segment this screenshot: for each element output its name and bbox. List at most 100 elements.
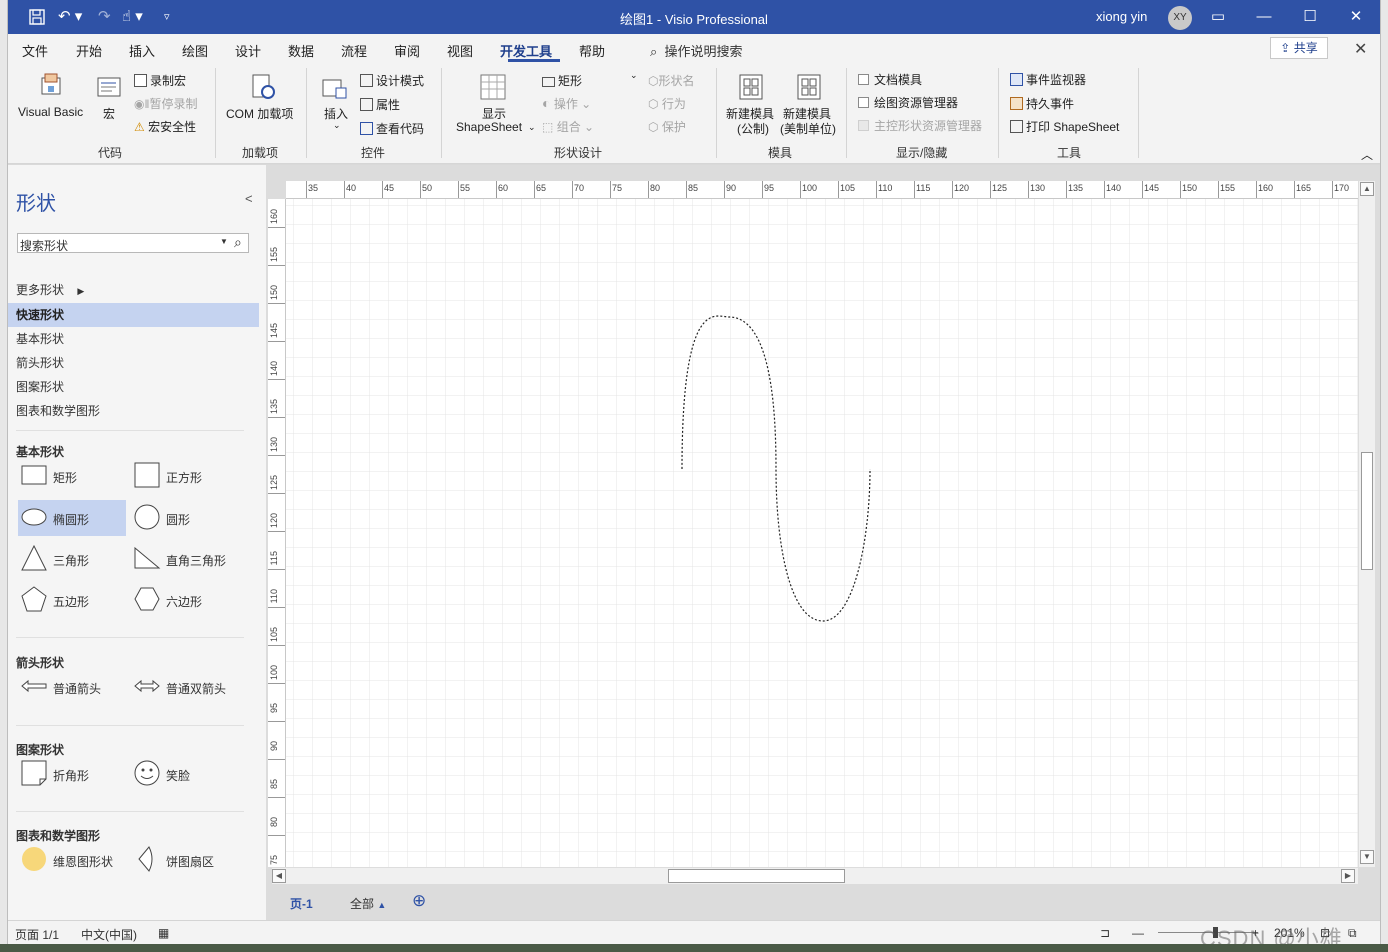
ruler-tick-label: 145: [1144, 183, 1160, 193]
macro-record-status-icon[interactable]: ▦: [158, 926, 169, 940]
category-arrow-shapes[interactable]: 箭头形状: [8, 351, 259, 375]
shape-double-arrow[interactable]: 普通双箭头: [131, 669, 239, 705]
new-stencil-us-button-line2[interactable]: (美制单位): [780, 120, 836, 137]
scroll-right-icon[interactable]: ▶: [1341, 869, 1355, 883]
persistent-events-button[interactable]: 持久事件: [1010, 95, 1074, 112]
design-mode-button[interactable]: 设计模式: [360, 72, 424, 89]
vertical-ruler[interactable]: 160 155 150 145 140 135 130 125 120 115 110 105 100 9…: [268, 199, 286, 867]
horizontal-scrollbar[interactable]: ◀ ▶: [272, 867, 1358, 884]
page-tab-1[interactable]: 页-1: [290, 895, 313, 912]
record-macro-button[interactable]: 录制宏: [134, 72, 186, 89]
close-icon[interactable]: ✕: [1344, 6, 1368, 28]
share-button[interactable]: ⇪ 共享: [1270, 37, 1328, 59]
category-pattern-shapes[interactable]: 图案形状: [8, 375, 259, 399]
print-shapesheet-button[interactable]: 打印 ShapeSheet: [1010, 118, 1119, 135]
shape-ellipse[interactable]: 椭圆形: [18, 500, 126, 536]
horizontal-scroll-thumb[interactable]: [668, 869, 845, 883]
show-shapesheet-button-line2[interactable]: ShapeSheet: [456, 120, 522, 134]
avatar[interactable]: XY: [1168, 6, 1192, 30]
shape-venn[interactable]: 维恩图形状: [18, 842, 126, 878]
shape-right-triangle[interactable]: 直角三角形: [131, 541, 239, 577]
shape-triangle[interactable]: 三角形: [18, 541, 126, 577]
shape-search-input[interactable]: 搜索形状 ▼ ⌕: [17, 233, 249, 253]
event-monitor-button[interactable]: 事件监视器: [1010, 71, 1086, 88]
shapesheet-dropdown-icon[interactable]: ⌄: [528, 122, 536, 133]
ruler-tick: [306, 181, 307, 198]
vertical-scroll-thumb[interactable]: [1361, 452, 1373, 570]
new-stencil-metric-button-line2[interactable]: (公制): [737, 120, 769, 137]
tab-view[interactable]: 视图: [447, 41, 473, 60]
search-dropdown-icon[interactable]: ▼: [220, 237, 228, 246]
scroll-left-icon[interactable]: ◀: [272, 869, 286, 883]
ruler-tick: [914, 181, 915, 198]
shape-rectangle[interactable]: 矩形: [18, 458, 126, 494]
category-basic-shapes[interactable]: 基本形状: [8, 327, 259, 351]
properties-button[interactable]: 属性: [360, 96, 400, 113]
ruler-tick: [1218, 181, 1219, 198]
scroll-up-icon[interactable]: ▲: [1360, 182, 1374, 196]
tab-design[interactable]: 设计: [235, 41, 261, 60]
shape-simple-arrow[interactable]: 普通箭头: [18, 669, 126, 705]
behavior-button: ⬡ 行为: [648, 95, 686, 112]
insert-dropdown-icon[interactable]: ⌄: [333, 120, 341, 131]
group-label-shape-design: 形状设计: [554, 146, 603, 160]
ribbon-separator: [306, 68, 307, 158]
vertical-scrollbar[interactable]: ▲ ▼: [1358, 181, 1375, 867]
macro-security-button[interactable]: ⚠ 宏安全性: [134, 118, 196, 135]
collapse-pane-icon[interactable]: <: [245, 191, 253, 206]
rectangle-button[interactable]: 矩形: [542, 72, 582, 89]
all-pages-button[interactable]: 全部 ▲: [350, 895, 386, 912]
maximize-icon[interactable]: ☐: [1298, 6, 1322, 28]
visual-basic-button[interactable]: Visual Basic: [18, 105, 83, 119]
category-chart-math-shapes[interactable]: 图表和数学图形: [8, 399, 259, 423]
ruler-tick: [268, 531, 285, 532]
warning-icon: ⚠: [134, 120, 145, 134]
visual-basic-icon: [41, 73, 61, 95]
close-document-icon[interactable]: ✕: [1354, 39, 1367, 59]
page-tabs: 页-1 全部 ▲ ⊕: [266, 887, 1380, 920]
shape-pentagon[interactable]: 五边形: [18, 582, 126, 618]
user-name[interactable]: xiong yin: [1096, 9, 1147, 24]
language-status[interactable]: 中文(中国): [81, 926, 137, 943]
ruler-tick: [1028, 181, 1029, 198]
drawing-page[interactable]: [286, 199, 1358, 867]
pane-divider: [16, 725, 244, 726]
more-shapes-item[interactable]: 更多形状 ▶: [8, 278, 259, 302]
add-page-icon[interactable]: ⊕: [412, 891, 426, 911]
drawing-explorer-checkbox[interactable]: 绘图资源管理器: [858, 94, 958, 111]
zoom-out-icon[interactable]: —: [1132, 926, 1144, 940]
ribbon-display-options-icon[interactable]: ▭: [1206, 6, 1230, 28]
rectangle-dropdown-icon[interactable]: ⌄: [630, 70, 638, 81]
ruler-tick-label: 145: [269, 323, 279, 339]
tab-home[interactable]: 开始: [76, 41, 102, 60]
shape-label: 折角形: [53, 769, 90, 783]
shape-folded-corner[interactable]: 折角形: [18, 756, 126, 792]
drawing-canvas[interactable]: [286, 199, 1358, 867]
tab-insert[interactable]: 插入: [129, 41, 155, 60]
search-icon[interactable]: ⌕: [234, 234, 242, 251]
category-quick-shapes[interactable]: 快速形状: [8, 303, 259, 327]
tell-me-search[interactable]: ⌕ 操作说明搜索: [650, 41, 743, 60]
tab-developer[interactable]: 开发工具: [500, 41, 552, 60]
shape-pie-sector[interactable]: 饼图扇区: [131, 842, 239, 878]
tab-data[interactable]: 数据: [288, 41, 314, 60]
collapse-ribbon-icon[interactable]: ︿: [1361, 146, 1373, 163]
presentation-mode-icon[interactable]: ⊐: [1100, 926, 1110, 940]
horizontal-ruler[interactable]: 35 40 45 50 55 60 65 70 75 80 85 90 95 100 105 110 115 12…: [286, 181, 1358, 199]
shape-smiley[interactable]: 笑脸: [131, 756, 239, 792]
view-code-button[interactable]: 查看代码: [360, 120, 424, 137]
document-stencil-checkbox[interactable]: 文档模具: [858, 71, 922, 88]
com-addins-button[interactable]: COM 加载项: [226, 105, 293, 122]
tab-help[interactable]: 帮助: [579, 41, 605, 60]
shape-circle[interactable]: 圆形: [131, 500, 239, 536]
tab-file[interactable]: 文件: [22, 41, 48, 60]
tab-review[interactable]: 审阅: [394, 41, 420, 60]
scroll-down-icon[interactable]: ▼: [1360, 850, 1374, 864]
tab-draw[interactable]: 绘图: [182, 41, 208, 60]
tab-process[interactable]: 流程: [341, 41, 367, 60]
shape-hexagon[interactable]: 六边形: [131, 582, 239, 618]
shape-square[interactable]: 正方形: [131, 458, 239, 494]
page-number-status[interactable]: 页面 1/1: [15, 926, 59, 943]
minimize-icon[interactable]: —: [1252, 6, 1276, 28]
macros-button[interactable]: 宏: [103, 105, 115, 122]
